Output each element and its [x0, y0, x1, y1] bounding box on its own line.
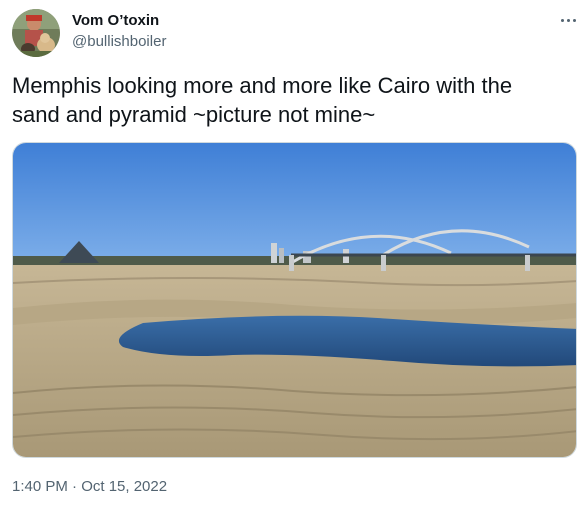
tweet-text: Memphis looking more and more like Cairo… — [12, 73, 513, 127]
author-handle[interactable]: @bullishboiler — [72, 33, 166, 50]
more-dots-icon[interactable] — [556, 10, 580, 30]
tweet-card: Vom O’toxin @bullishboiler Memphis looki… — [0, 0, 586, 506]
dot — [572, 18, 576, 22]
photo-image — [13, 143, 576, 457]
avatar-image — [12, 9, 60, 57]
dot — [566, 18, 570, 22]
tweet-timestamp[interactable]: 1:40 PM · Oct 15, 2022 — [12, 478, 167, 495]
user-avatar[interactable] — [12, 9, 60, 57]
dot — [560, 18, 564, 22]
author-display-name[interactable]: Vom O’toxin — [72, 12, 159, 29]
tweet-photo[interactable] — [12, 142, 577, 458]
